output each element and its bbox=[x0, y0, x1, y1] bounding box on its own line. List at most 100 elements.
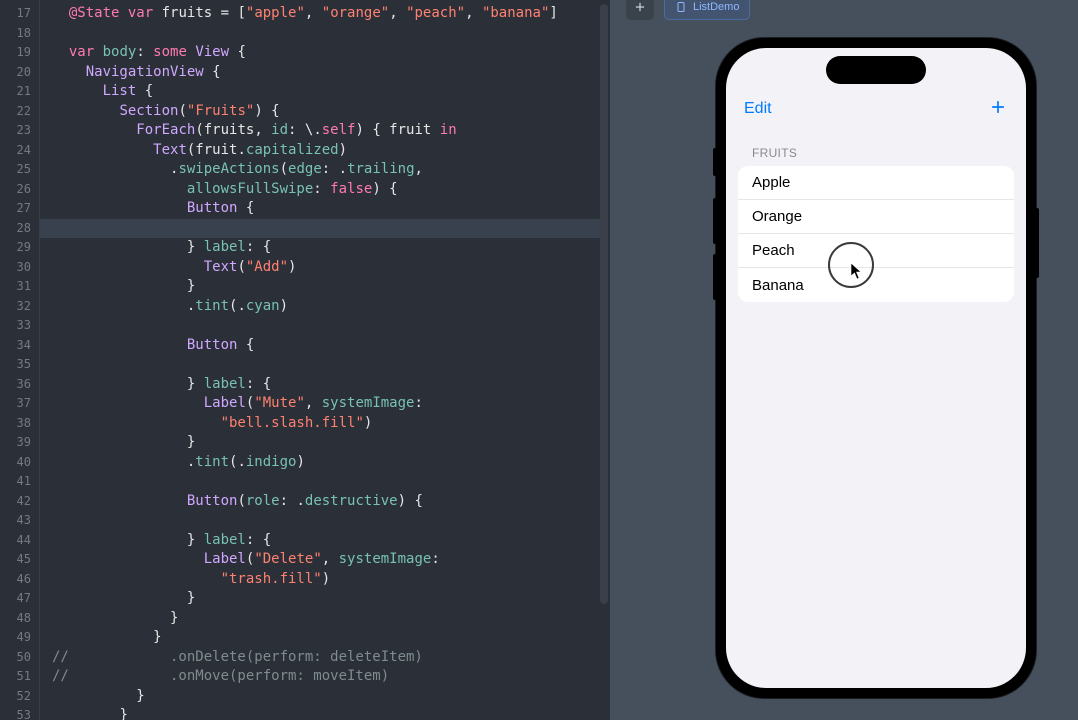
list-group: Apple Orange Peach Banana bbox=[738, 166, 1014, 302]
list-item[interactable]: Peach bbox=[738, 234, 1014, 268]
line-number: 37 bbox=[0, 394, 39, 414]
device-label: ListDemo bbox=[693, 1, 739, 13]
phone-volume-down bbox=[713, 254, 717, 300]
code-line[interactable]: "bell.slash.fill") bbox=[40, 414, 600, 434]
list-item[interactable]: Apple bbox=[738, 166, 1014, 200]
code-line[interactable]: Label("Delete", systemImage: bbox=[40, 550, 600, 570]
line-number: 53 bbox=[0, 706, 39, 720]
list-item-label: Apple bbox=[752, 174, 790, 191]
section-header: FRUITS bbox=[738, 140, 1014, 166]
code-line[interactable]: @State var fruits = ["apple", "orange", … bbox=[40, 4, 600, 24]
list-item-label: Banana bbox=[752, 277, 804, 294]
code-line[interactable]: } bbox=[40, 589, 600, 609]
line-number: 44 bbox=[0, 531, 39, 551]
editor-scrollbar[interactable] bbox=[600, 4, 608, 604]
code-line[interactable]: // .onMove(perform: moveItem) bbox=[40, 667, 600, 687]
phone-volume-up bbox=[713, 198, 717, 244]
code-line[interactable]: .swipeActions(edge: .trailing, bbox=[40, 160, 600, 180]
line-number: 46 bbox=[0, 570, 39, 590]
line-number: 43 bbox=[0, 511, 39, 531]
code-line[interactable]: // .onDelete(perform: deleteItem) bbox=[40, 648, 600, 668]
list-container: FRUITS Apple Orange Peach Banana bbox=[738, 140, 1014, 302]
line-number: 33 bbox=[0, 316, 39, 336]
code-line[interactable] bbox=[40, 24, 600, 44]
plus-icon bbox=[633, 0, 647, 14]
device-selector-chip[interactable]: ListDemo bbox=[664, 0, 750, 20]
phone-silent-switch bbox=[713, 148, 717, 176]
device-icon bbox=[675, 1, 687, 13]
code-line[interactable]: Button { bbox=[40, 199, 600, 219]
code-line[interactable]: } label: { bbox=[40, 531, 600, 551]
code-line[interactable]: .tint(.cyan) bbox=[40, 297, 600, 317]
code-editor-pane[interactable]: 1718192021222324252627282930313233343536… bbox=[0, 0, 610, 720]
code-line[interactable]: } bbox=[40, 628, 600, 648]
line-number: 50 bbox=[0, 648, 39, 668]
line-number: 51 bbox=[0, 667, 39, 687]
device-frame: Edit FRUITS Apple Orange Peach Banana bbox=[716, 38, 1036, 698]
list-item[interactable]: Banana bbox=[738, 268, 1014, 302]
code-line[interactable] bbox=[40, 219, 600, 239]
add-button[interactable] bbox=[988, 97, 1008, 122]
code-line[interactable]: Button(role: .destructive) { bbox=[40, 492, 600, 512]
line-number: 21 bbox=[0, 82, 39, 102]
line-number: 41 bbox=[0, 472, 39, 492]
line-number: 27 bbox=[0, 199, 39, 219]
code-line[interactable]: NavigationView { bbox=[40, 63, 600, 83]
line-number-gutter: 1718192021222324252627282930313233343536… bbox=[0, 0, 40, 720]
code-line[interactable]: allowsFullSwipe: false) { bbox=[40, 180, 600, 200]
navigation-bar: Edit bbox=[726, 92, 1026, 126]
line-number: 24 bbox=[0, 141, 39, 161]
line-number: 35 bbox=[0, 355, 39, 375]
code-line[interactable] bbox=[40, 355, 600, 375]
dynamic-island bbox=[826, 56, 926, 84]
line-number: 38 bbox=[0, 414, 39, 434]
line-number: 42 bbox=[0, 492, 39, 512]
code-line[interactable] bbox=[40, 472, 600, 492]
code-line[interactable]: } bbox=[40, 433, 600, 453]
line-number: 39 bbox=[0, 433, 39, 453]
code-line[interactable]: Section("Fruits") { bbox=[40, 102, 600, 122]
line-number: 26 bbox=[0, 180, 39, 200]
line-number: 36 bbox=[0, 375, 39, 395]
code-line[interactable]: List { bbox=[40, 82, 600, 102]
line-number: 22 bbox=[0, 102, 39, 122]
line-number: 20 bbox=[0, 63, 39, 83]
line-number: 17 bbox=[0, 4, 39, 24]
code-line[interactable]: } label: { bbox=[40, 375, 600, 395]
code-line[interactable]: "trash.fill") bbox=[40, 570, 600, 590]
code-line[interactable]: Label("Mute", systemImage: bbox=[40, 394, 600, 414]
code-area[interactable]: @State var fruits = ["apple", "orange", … bbox=[40, 0, 600, 720]
line-number: 31 bbox=[0, 277, 39, 297]
line-number: 32 bbox=[0, 297, 39, 317]
code-line[interactable]: } label: { bbox=[40, 238, 600, 258]
code-line[interactable]: .tint(.indigo) bbox=[40, 453, 600, 473]
line-number: 34 bbox=[0, 336, 39, 356]
code-line[interactable]: } bbox=[40, 277, 600, 297]
line-number: 40 bbox=[0, 453, 39, 473]
code-line[interactable]: ForEach(fruits, id: \.self) { fruit in bbox=[40, 121, 600, 141]
code-line[interactable]: var body: some View { bbox=[40, 43, 600, 63]
line-number: 45 bbox=[0, 550, 39, 570]
code-line[interactable]: Text(fruit.capitalized) bbox=[40, 141, 600, 161]
line-number: 18 bbox=[0, 24, 39, 44]
line-number: 49 bbox=[0, 628, 39, 648]
code-line[interactable]: } bbox=[40, 609, 600, 629]
preview-toolbar: ListDemo bbox=[626, 0, 750, 20]
code-line[interactable]: Text("Add") bbox=[40, 258, 600, 278]
list-item[interactable]: Orange bbox=[738, 200, 1014, 234]
code-line[interactable] bbox=[40, 316, 600, 336]
list-item-label: Orange bbox=[752, 208, 802, 225]
list-item-label: Peach bbox=[752, 242, 795, 259]
preview-canvas[interactable]: ListDemo Edit FRUITS Apple Orange Peach Ban… bbox=[610, 0, 1078, 720]
line-number: 23 bbox=[0, 121, 39, 141]
code-line[interactable]: Button { bbox=[40, 336, 600, 356]
line-number: 19 bbox=[0, 43, 39, 63]
add-preview-button[interactable] bbox=[626, 0, 654, 20]
edit-button[interactable]: Edit bbox=[744, 100, 772, 118]
device-screen[interactable]: Edit FRUITS Apple Orange Peach Banana bbox=[726, 48, 1026, 688]
code-line[interactable]: } bbox=[40, 706, 600, 720]
code-line[interactable]: } bbox=[40, 687, 600, 707]
line-number: 47 bbox=[0, 589, 39, 609]
code-line[interactable] bbox=[40, 511, 600, 531]
line-number: 28 bbox=[0, 219, 39, 239]
